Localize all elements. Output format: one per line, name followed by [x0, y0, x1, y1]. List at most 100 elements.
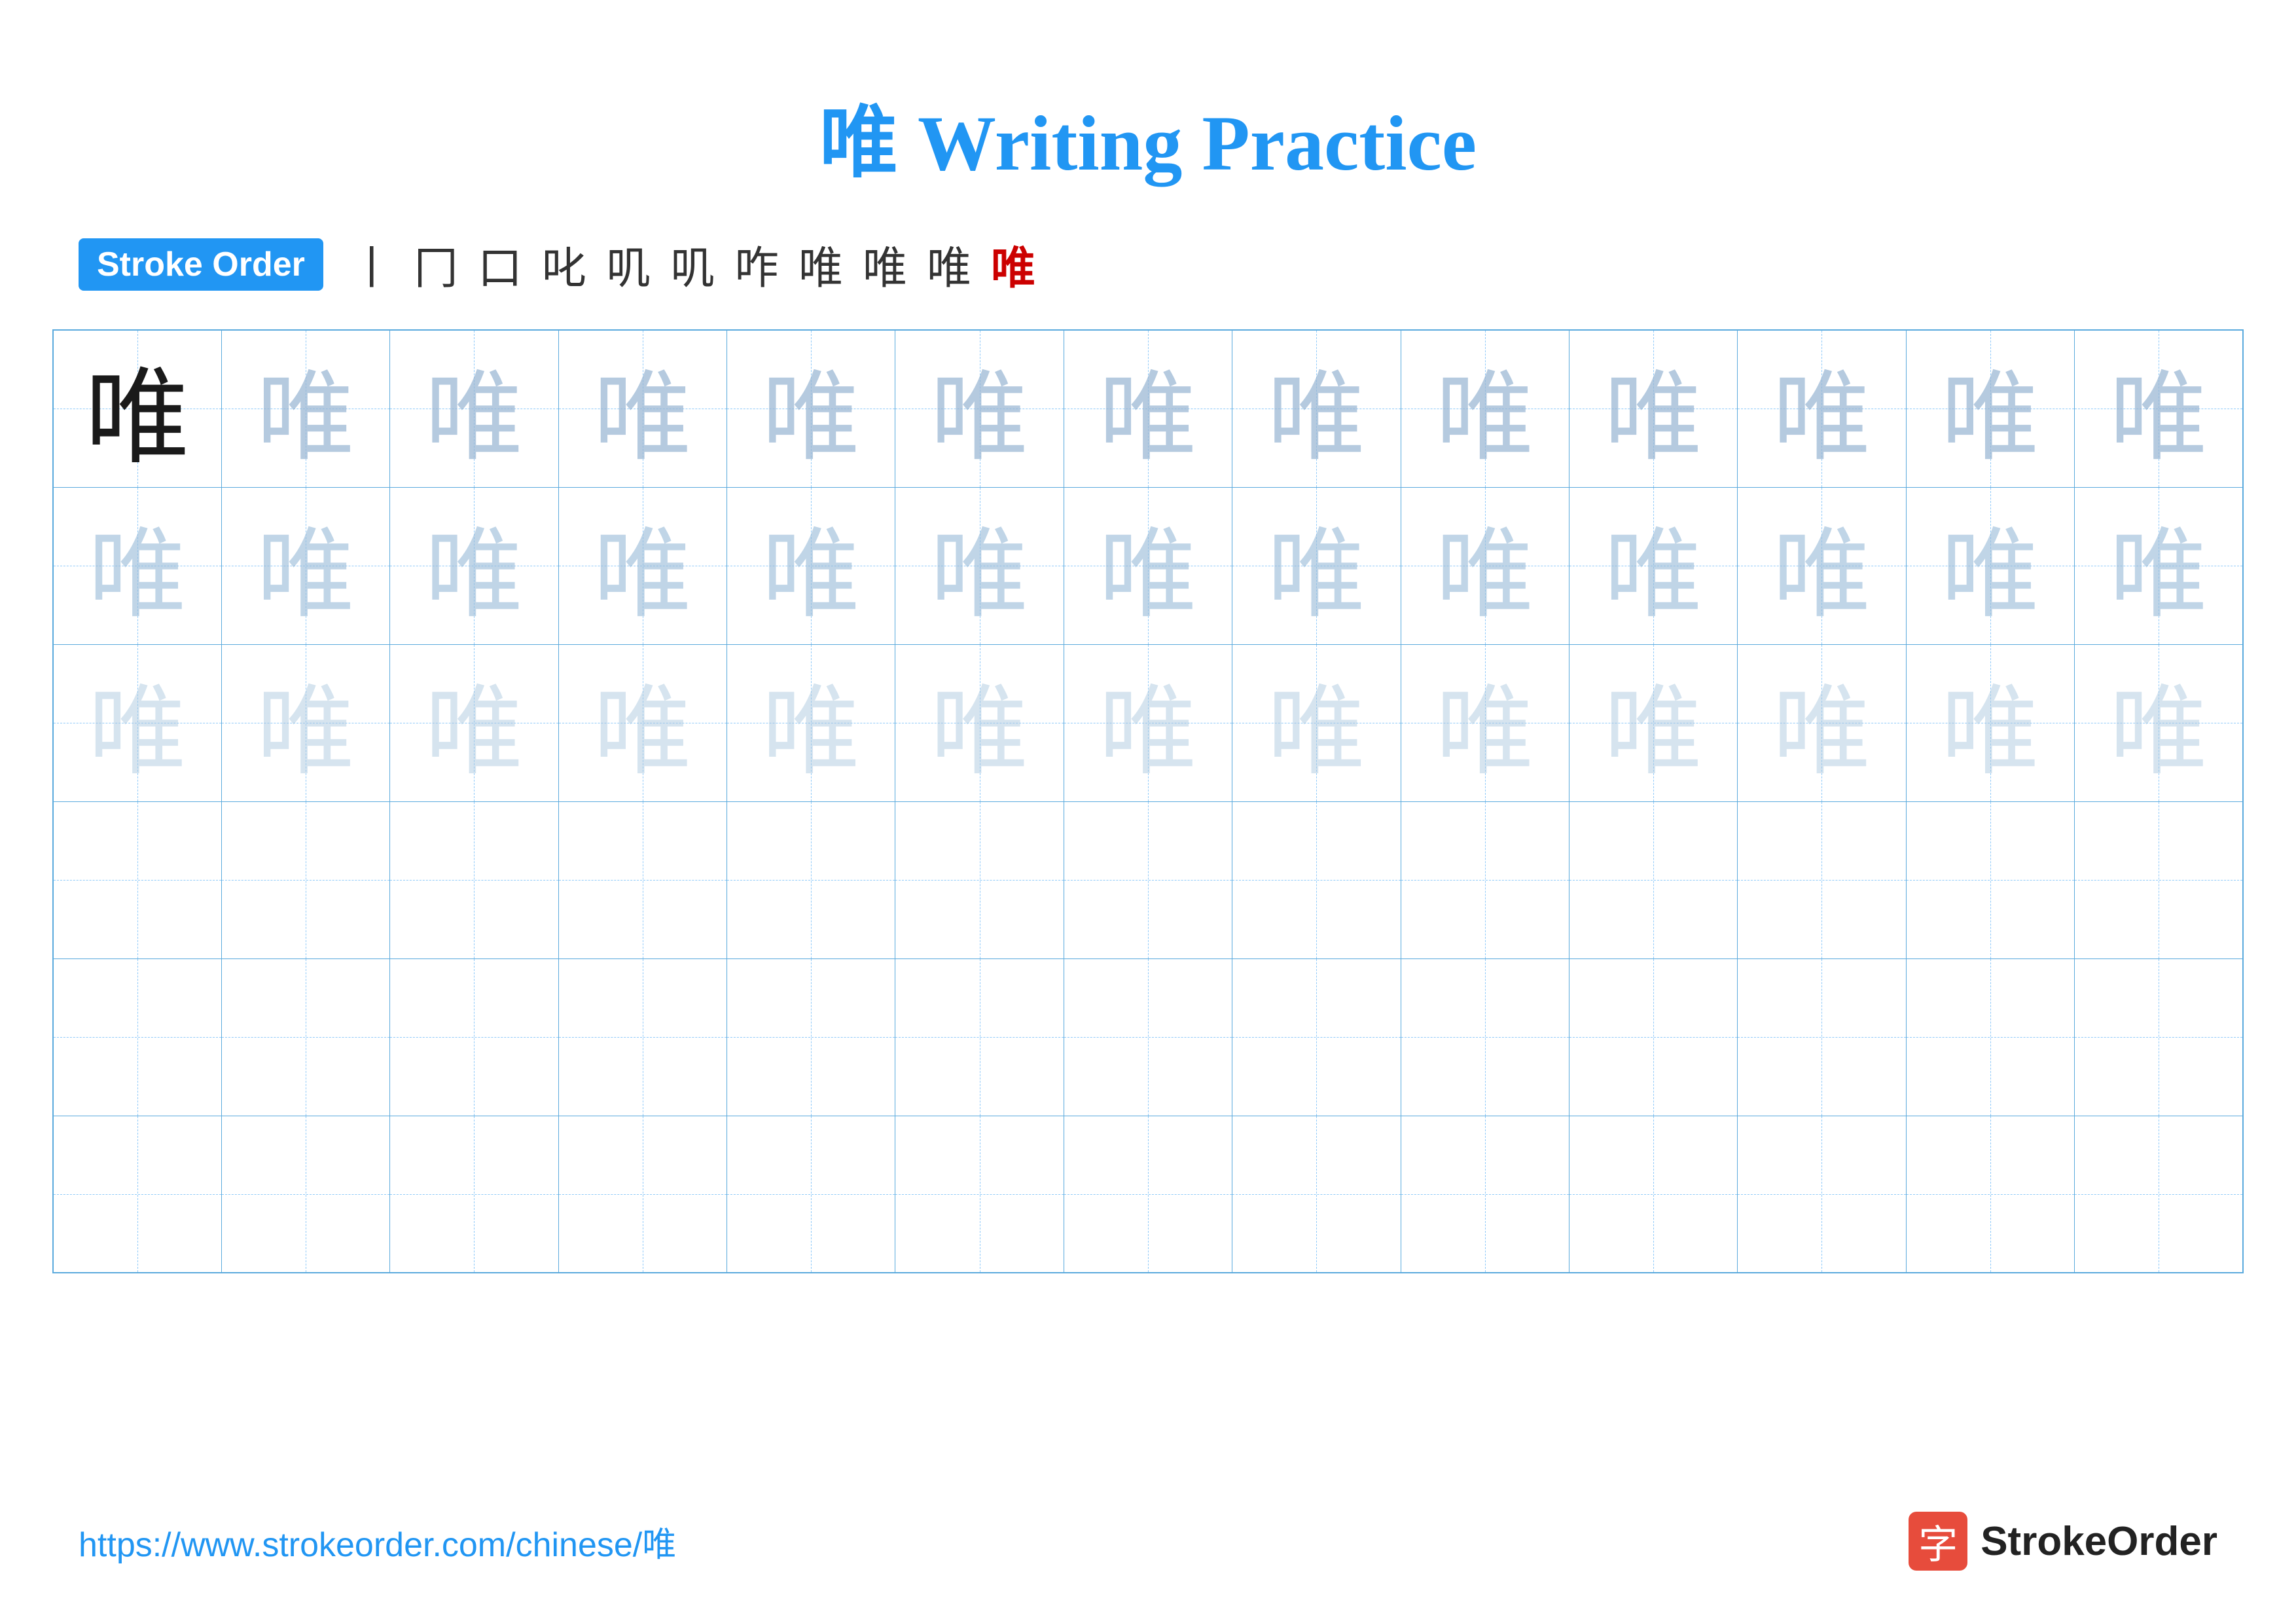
grid-cell[interactable]: 唯 [1569, 644, 1737, 801]
grid-cell[interactable] [221, 1116, 389, 1273]
grid-cell[interactable] [1401, 1116, 1569, 1273]
grid-cell[interactable] [1064, 1116, 1232, 1273]
stroke-order-row: Stroke Order 丨 冂 口 叱 叽 叽 咋 唯 唯 唯 唯 [0, 232, 2296, 297]
stroke-step-4: 叱 [542, 232, 586, 297]
grid-cell[interactable]: 唯 [1738, 487, 1906, 644]
grid-cell[interactable]: 唯 [1906, 644, 2074, 801]
grid-cell[interactable]: 唯 [1064, 330, 1232, 487]
grid-cell[interactable] [1569, 801, 1737, 958]
grid-cell[interactable]: 唯 [1064, 487, 1232, 644]
grid-cell[interactable]: 唯 [53, 330, 221, 487]
grid-cell[interactable] [727, 958, 895, 1116]
grid-cell[interactable]: 唯 [727, 644, 895, 801]
grid-cell[interactable] [1232, 801, 1401, 958]
grid-cell[interactable]: 唯 [1064, 644, 1232, 801]
grid-cell[interactable]: 唯 [558, 644, 726, 801]
grid-cell[interactable] [1401, 958, 1569, 1116]
grid-cell[interactable] [895, 801, 1064, 958]
grid-cell[interactable]: 唯 [2075, 330, 2244, 487]
table-row [53, 1116, 2243, 1273]
grid-cell[interactable] [895, 958, 1064, 1116]
grid-cell[interactable] [2075, 801, 2244, 958]
grid-cell[interactable] [1738, 958, 1906, 1116]
grid-cell[interactable]: 唯 [558, 487, 726, 644]
grid-cell[interactable]: 唯 [895, 644, 1064, 801]
grid-cell[interactable] [2075, 958, 2244, 1116]
grid-cell[interactable] [558, 801, 726, 958]
grid-cell[interactable]: 唯 [1738, 330, 1906, 487]
practice-grid-container: 唯 唯 唯 唯 唯 唯 唯 唯 唯 唯 唯 唯 唯 唯 唯 唯 唯 唯 唯 唯 … [0, 329, 2296, 1273]
grid-cell[interactable] [53, 1116, 221, 1273]
grid-cell[interactable]: 唯 [558, 330, 726, 487]
grid-cell[interactable] [1738, 801, 1906, 958]
grid-cell[interactable] [1064, 801, 1232, 958]
grid-cell[interactable]: 唯 [1569, 330, 1737, 487]
grid-cell[interactable] [1906, 958, 2074, 1116]
grid-cell[interactable] [727, 801, 895, 958]
grid-cell[interactable]: 唯 [1232, 330, 1401, 487]
grid-cell[interactable] [1232, 958, 1401, 1116]
grid-cell[interactable] [727, 1116, 895, 1273]
table-row [53, 801, 2243, 958]
grid-cell[interactable]: 唯 [727, 330, 895, 487]
footer-logo: 字 StrokeOrder [1909, 1512, 2217, 1571]
grid-cell[interactable] [53, 958, 221, 1116]
grid-cell[interactable]: 唯 [1906, 487, 2074, 644]
grid-cell[interactable] [1906, 1116, 2074, 1273]
grid-cell[interactable]: 唯 [2075, 487, 2244, 644]
grid-cell[interactable]: 唯 [390, 330, 558, 487]
grid-cell[interactable]: 唯 [1401, 330, 1569, 487]
grid-cell[interactable]: 唯 [1401, 644, 1569, 801]
grid-cell[interactable]: 唯 [727, 487, 895, 644]
grid-cell[interactable]: 唯 [1232, 487, 1401, 644]
grid-cell[interactable] [1232, 1116, 1401, 1273]
grid-cell[interactable] [1906, 801, 2074, 958]
grid-cell[interactable] [221, 958, 389, 1116]
grid-cell[interactable]: 唯 [390, 487, 558, 644]
stroke-step-5: 叽 [606, 232, 651, 297]
grid-cell[interactable]: 唯 [221, 487, 389, 644]
stroke-step-6: 叽 [670, 232, 715, 297]
grid-cell[interactable] [558, 1116, 726, 1273]
grid-cell[interactable]: 唯 [1569, 487, 1737, 644]
stroke-step-3: 口 [478, 232, 522, 297]
grid-cell[interactable] [1064, 958, 1232, 1116]
grid-cell[interactable] [558, 958, 726, 1116]
table-row [53, 958, 2243, 1116]
footer-url: https://www.strokeorder.com/chinese/唯 [79, 1517, 676, 1566]
grid-cell[interactable] [1738, 1116, 1906, 1273]
grid-cell[interactable]: 唯 [221, 644, 389, 801]
stroke-step-8: 唯 [798, 232, 843, 297]
grid-cell[interactable] [1569, 1116, 1737, 1273]
title-chinese-char: 唯 [819, 100, 898, 187]
grid-cell[interactable]: 唯 [390, 644, 558, 801]
grid-cell[interactable]: 唯 [53, 644, 221, 801]
grid-cell[interactable]: 唯 [1738, 644, 1906, 801]
grid-cell[interactable] [390, 801, 558, 958]
title-english-text: Writing Practice [898, 100, 1477, 187]
grid-cell[interactable]: 唯 [1906, 330, 2074, 487]
grid-cell[interactable]: 唯 [2075, 644, 2244, 801]
grid-cell[interactable] [53, 801, 221, 958]
grid-cell[interactable]: 唯 [221, 330, 389, 487]
stroke-step-9: 唯 [863, 232, 907, 297]
grid-cell[interactable]: 唯 [53, 487, 221, 644]
grid-cell[interactable] [390, 1116, 558, 1273]
grid-cell[interactable] [1401, 801, 1569, 958]
grid-cell[interactable] [1569, 958, 1737, 1116]
stroke-sequence: 丨 冂 口 叱 叽 叽 咋 唯 唯 唯 唯 [350, 232, 1035, 297]
stroke-step-11: 唯 [991, 232, 1035, 297]
table-row: 唯 唯 唯 唯 唯 唯 唯 唯 唯 唯 唯 唯 唯 [53, 330, 2243, 487]
grid-cell[interactable]: 唯 [1232, 644, 1401, 801]
logo-char: 字 [1918, 1513, 1958, 1570]
grid-cell[interactable] [2075, 1116, 2244, 1273]
page-title: 唯 Writing Practice [0, 0, 2296, 192]
grid-cell[interactable] [221, 801, 389, 958]
grid-cell[interactable] [895, 1116, 1064, 1273]
grid-cell[interactable]: 唯 [1401, 487, 1569, 644]
stroke-step-2: 冂 [414, 232, 458, 297]
grid-cell[interactable]: 唯 [895, 330, 1064, 487]
logo-icon: 字 [1909, 1512, 1967, 1571]
grid-cell[interactable] [390, 958, 558, 1116]
grid-cell[interactable]: 唯 [895, 487, 1064, 644]
